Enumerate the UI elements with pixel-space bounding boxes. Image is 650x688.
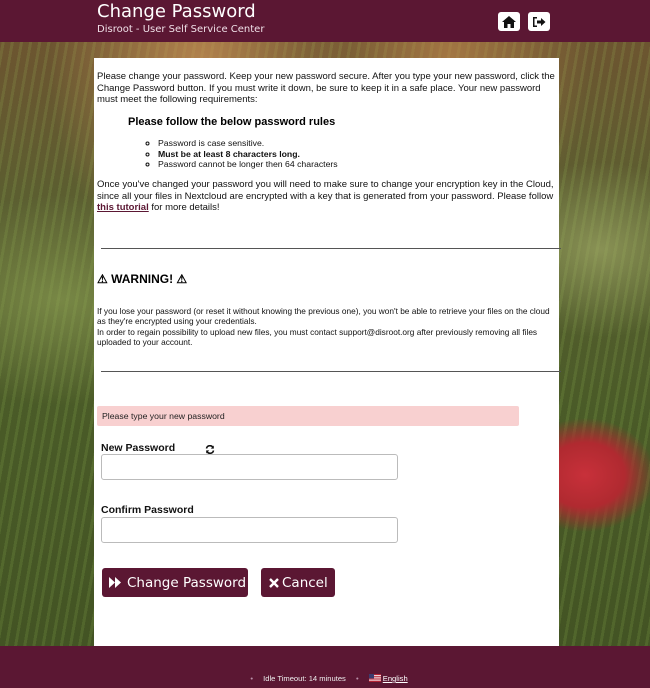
list-item: Must be at least 8 characters long. xyxy=(158,149,338,160)
divider xyxy=(101,248,561,249)
warning-line-1: If you lose your password (or reset it w… xyxy=(97,306,550,327)
footer-bar: • Idle Timeout: 14 minutes • English xyxy=(0,646,650,688)
warning-title: ⚠ WARNING! ⚠ xyxy=(97,272,188,286)
home-icon xyxy=(502,15,516,28)
separator-dot: • xyxy=(355,674,359,683)
close-icon xyxy=(269,577,279,588)
change-password-button[interactable]: Change Password xyxy=(102,568,248,597)
warning-text: If you lose your password (or reset it w… xyxy=(97,306,557,347)
new-password-input[interactable] xyxy=(101,454,398,480)
divider xyxy=(101,371,561,372)
list-item: Password is case sensitive. xyxy=(158,138,338,149)
nextcloud-text-after: for more details! xyxy=(148,202,220,213)
confirm-password-label: Confirm Password xyxy=(101,504,194,516)
nextcloud-text-before: Once you've changed your password you wi… xyxy=(97,179,554,202)
separator-dot: • xyxy=(250,674,253,683)
idle-timeout: Idle Timeout: 14 minutes xyxy=(263,674,346,683)
rules-heading: Please follow the below password rules xyxy=(128,116,336,128)
cancel-button[interactable]: Cancel xyxy=(261,568,335,597)
footer-info: • Idle Timeout: 14 minutes • English xyxy=(0,674,650,683)
home-button[interactable] xyxy=(498,12,520,31)
page-title: Change Password xyxy=(97,1,256,22)
logout-button[interactable] xyxy=(528,12,550,31)
warning-line-2: In order to regain possibility to upload… xyxy=(97,326,538,347)
nextcloud-note: Once you've changed your password you wi… xyxy=(97,179,557,214)
tutorial-link[interactable]: this tutorial xyxy=(97,202,149,213)
new-password-label: New Password xyxy=(101,442,176,454)
content-panel: Please change your password. Keep your n… xyxy=(94,58,561,646)
change-password-label: Change Password xyxy=(127,574,247,591)
rules-list: Password is case sensitive. Must be at l… xyxy=(146,138,338,170)
intro-text: Please change your password. Keep your n… xyxy=(97,71,555,105)
alert-message: Please type your new password xyxy=(97,406,519,426)
header-bar: Change Password Disroot - User Self Serv… xyxy=(0,0,650,42)
us-flag-icon xyxy=(368,674,381,682)
confirm-password-input[interactable] xyxy=(101,517,398,543)
page-subtitle: Disroot - User Self Service Center xyxy=(97,24,265,35)
generate-password-icon[interactable] xyxy=(205,445,215,454)
cancel-label: Cancel xyxy=(282,574,328,591)
language-link[interactable]: English xyxy=(383,674,408,683)
sign-out-icon xyxy=(533,16,546,27)
forward-icon xyxy=(109,577,122,588)
list-item: Password cannot be longer then 64 charac… xyxy=(158,159,338,170)
